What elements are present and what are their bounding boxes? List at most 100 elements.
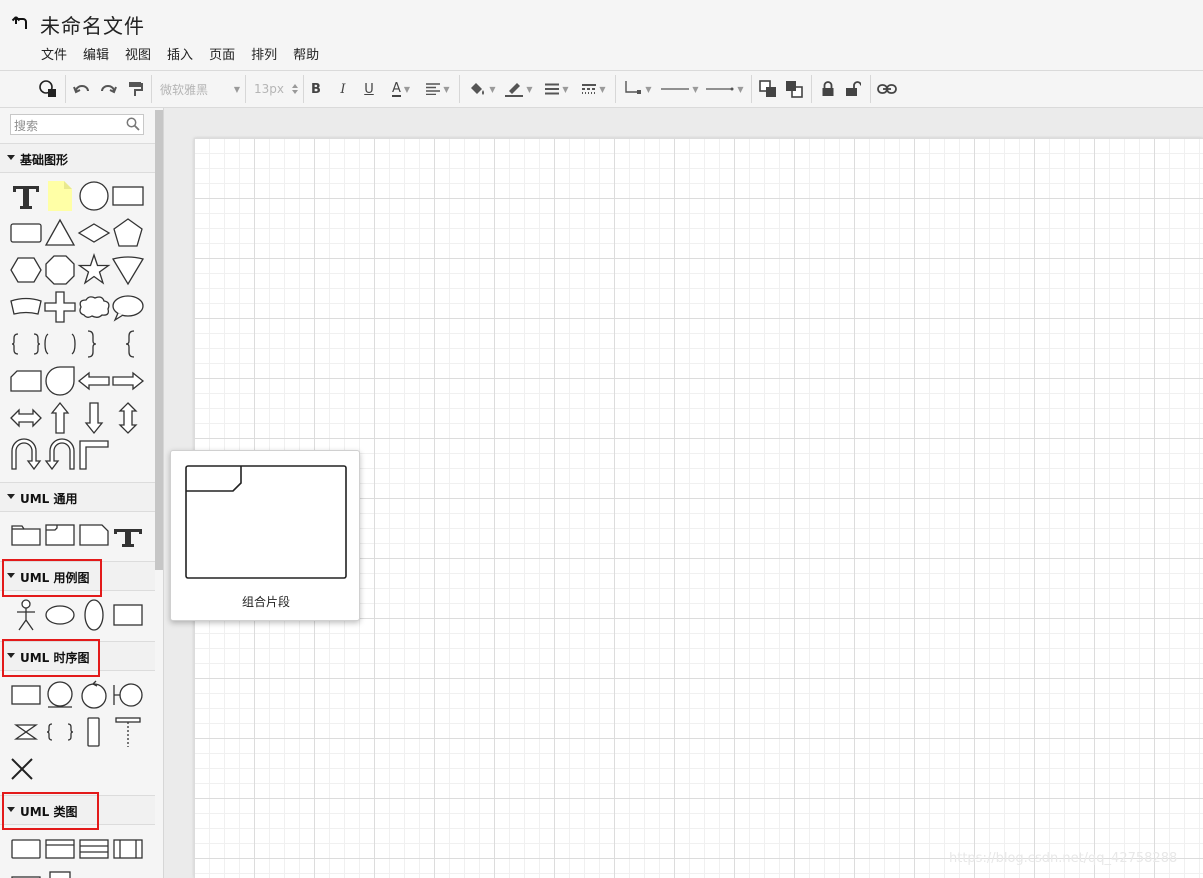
format-painter-icon[interactable] — [125, 79, 145, 99]
shapes-panel-toggle-icon[interactable] — [36, 79, 60, 99]
hourglass-shape-icon[interactable] — [8, 714, 44, 750]
speech-bubble-shape-icon[interactable] — [110, 289, 146, 325]
tear-shape-icon[interactable] — [42, 363, 78, 399]
up-arrow-shape-icon[interactable] — [42, 400, 78, 436]
toolbar-separator — [870, 75, 871, 103]
rectangle-shape-icon[interactable] — [110, 178, 146, 214]
rounded-rectangle-shape-icon[interactable] — [8, 215, 44, 251]
class-header-shape-icon[interactable] — [42, 831, 78, 867]
right-brace-shape-icon[interactable] — [76, 326, 112, 362]
highlight-box — [2, 792, 99, 830]
undo-icon[interactable] — [72, 79, 92, 99]
shape-search-input[interactable]: 搜索 — [10, 114, 144, 135]
class-attributes-shape-icon[interactable] — [76, 831, 112, 867]
menu-edit[interactable]: 编辑 — [75, 44, 117, 63]
chevron-down-icon: ▼ — [233, 84, 240, 94]
font-size-stepper[interactable]: 13px — [254, 79, 298, 99]
italic-button[interactable]: I — [335, 79, 351, 99]
stepper-arrows-icon — [292, 84, 298, 94]
rounded-corner-shape-icon[interactable] — [8, 363, 44, 399]
connector-style-button[interactable]: ▼ — [623, 79, 653, 99]
pentagon-shape-icon[interactable] — [110, 215, 146, 251]
use-case-ellipse-shape-icon[interactable] — [42, 597, 78, 633]
lifeline-shape-icon[interactable] — [8, 677, 44, 713]
class-shape-partial-icon[interactable] — [8, 868, 44, 878]
sidebar-scrollbar[interactable] — [155, 110, 163, 570]
line-end-button[interactable]: ▼ — [705, 79, 745, 99]
menu-view[interactable]: 视图 — [117, 44, 159, 63]
line-start-button[interactable]: ▼ — [660, 79, 700, 99]
control-shape-icon[interactable] — [76, 677, 112, 713]
interface-shape-icon[interactable] — [110, 831, 146, 867]
left-arrow-shape-icon[interactable] — [76, 363, 112, 399]
fill-color-button[interactable]: ▼ — [467, 79, 497, 99]
class-shape-partial-icon[interactable] — [42, 868, 78, 878]
diamond-shape-icon[interactable] — [76, 215, 112, 251]
menu-page[interactable]: 页面 — [201, 44, 243, 63]
u-turn-arrow-shape-icon[interactable] — [8, 437, 44, 473]
uml-text-shape-icon[interactable] — [110, 517, 146, 553]
text-shape-icon[interactable] — [8, 178, 44, 214]
inverted-triangle-shape-icon[interactable] — [110, 252, 146, 288]
menu-file[interactable]: 文件 — [33, 44, 75, 63]
actor-shape-icon[interactable] — [8, 597, 44, 633]
lock-icon[interactable] — [818, 79, 838, 99]
menu-insert[interactable]: 插入 — [159, 44, 201, 63]
send-to-back-icon[interactable] — [784, 79, 804, 99]
hexagon-shape-icon[interactable] — [8, 252, 44, 288]
cross-shape-icon[interactable] — [42, 289, 78, 325]
right-arrow-shape-icon[interactable] — [110, 363, 146, 399]
line-color-button[interactable]: ▼ — [504, 79, 534, 99]
line-end-icon — [706, 87, 734, 91]
activation-bar-shape-icon[interactable] — [76, 714, 112, 750]
octagon-shape-icon[interactable] — [42, 252, 78, 288]
combined-fragment-shape-icon[interactable] — [42, 517, 78, 553]
u-turn-left-arrow-shape-icon[interactable] — [42, 437, 78, 473]
chevron-down-icon: ▼ — [599, 84, 606, 94]
section-uml-general[interactable]: UML 通用 — [0, 482, 155, 512]
underline-button[interactable]: U — [361, 79, 377, 99]
bold-button[interactable]: B — [308, 79, 324, 99]
brackets-shape-icon[interactable] — [42, 326, 78, 362]
line-width-button[interactable]: ▼ — [542, 79, 572, 99]
down-arrow-shape-icon[interactable] — [76, 400, 112, 436]
menu-help[interactable]: 帮助 — [285, 44, 327, 63]
boundary-shape-icon[interactable] — [110, 677, 146, 713]
link-icon[interactable] — [876, 79, 898, 99]
uml-note-shape-icon[interactable] — [76, 517, 112, 553]
vertical-double-arrow-shape-icon[interactable] — [110, 400, 146, 436]
card-shape-icon[interactable] — [8, 289, 44, 325]
triangle-shape-icon[interactable] — [42, 215, 78, 251]
destroy-x-shape-icon[interactable] — [4, 751, 40, 787]
section-basic-shapes[interactable]: 基础图形 — [0, 143, 155, 173]
font-family-select[interactable]: 微软雅黑 ▼ — [160, 79, 240, 99]
font-color-button[interactable]: A ▼ — [386, 79, 416, 99]
section-title: 基础图形 — [20, 153, 69, 167]
document-title[interactable]: 未命名文件 — [40, 10, 145, 39]
toolbar-separator — [615, 75, 616, 103]
bring-to-front-icon[interactable] — [758, 79, 778, 99]
entity-shape-icon[interactable] — [42, 677, 78, 713]
chevron-down-icon: ▼ — [489, 84, 496, 94]
corner-shape-icon[interactable] — [76, 437, 112, 473]
cloud-shape-icon[interactable] — [76, 289, 112, 325]
left-brace-shape-icon[interactable] — [110, 326, 146, 362]
vertical-ellipse-shape-icon[interactable] — [76, 597, 112, 633]
lifeline-dashed-shape-icon[interactable] — [110, 714, 146, 750]
package-shape-icon[interactable] — [8, 517, 44, 553]
circle-shape-icon[interactable] — [76, 178, 112, 214]
system-boundary-shape-icon[interactable] — [110, 597, 146, 633]
class-box-shape-icon[interactable] — [8, 831, 44, 867]
star-shape-icon[interactable] — [76, 252, 112, 288]
watermark: https://blog.csdn.net/qq_42758288 — [949, 851, 1178, 866]
braces-pair-shape-icon[interactable] — [42, 714, 78, 750]
redo-icon[interactable] — [98, 79, 118, 99]
menu-arrange[interactable]: 排列 — [243, 44, 285, 63]
braces-shape-icon[interactable] — [8, 326, 44, 362]
double-arrow-shape-icon[interactable] — [8, 400, 44, 436]
line-style-button[interactable]: ▼ — [579, 79, 609, 99]
text-align-button[interactable]: ▼ — [423, 79, 453, 99]
unlock-icon[interactable] — [843, 79, 863, 99]
back-arrow-icon[interactable] — [8, 12, 32, 36]
note-shape-icon[interactable] — [42, 178, 78, 214]
